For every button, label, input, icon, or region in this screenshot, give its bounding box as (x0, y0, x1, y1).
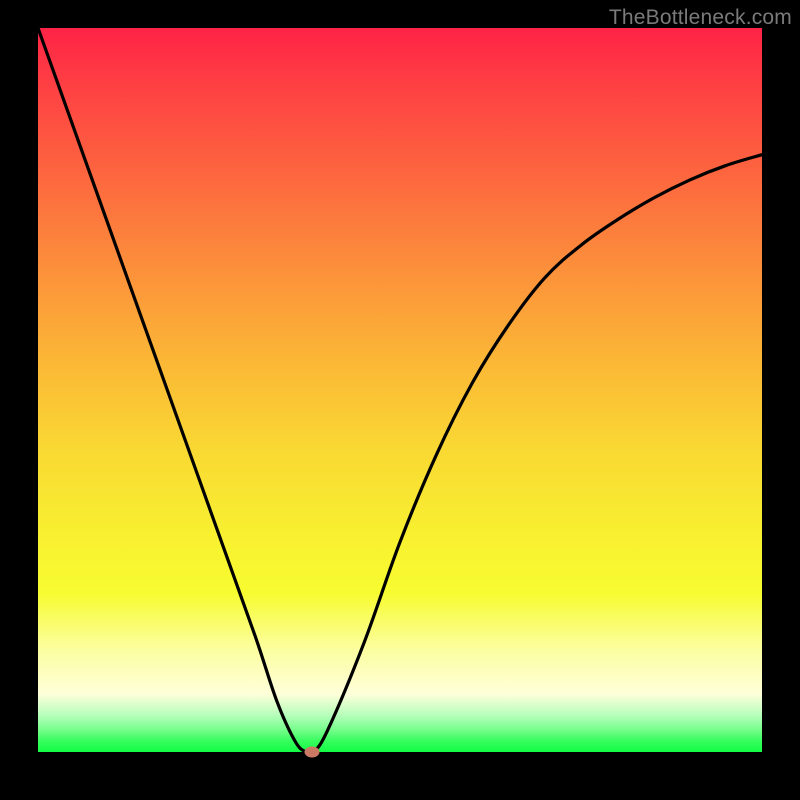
plot-area (38, 28, 762, 752)
watermark-text: TheBottleneck.com (609, 6, 792, 30)
minimum-marker (304, 747, 319, 758)
bottleneck-curve (38, 28, 762, 752)
curve-path (38, 28, 762, 754)
chart-container: TheBottleneck.com (0, 0, 800, 800)
